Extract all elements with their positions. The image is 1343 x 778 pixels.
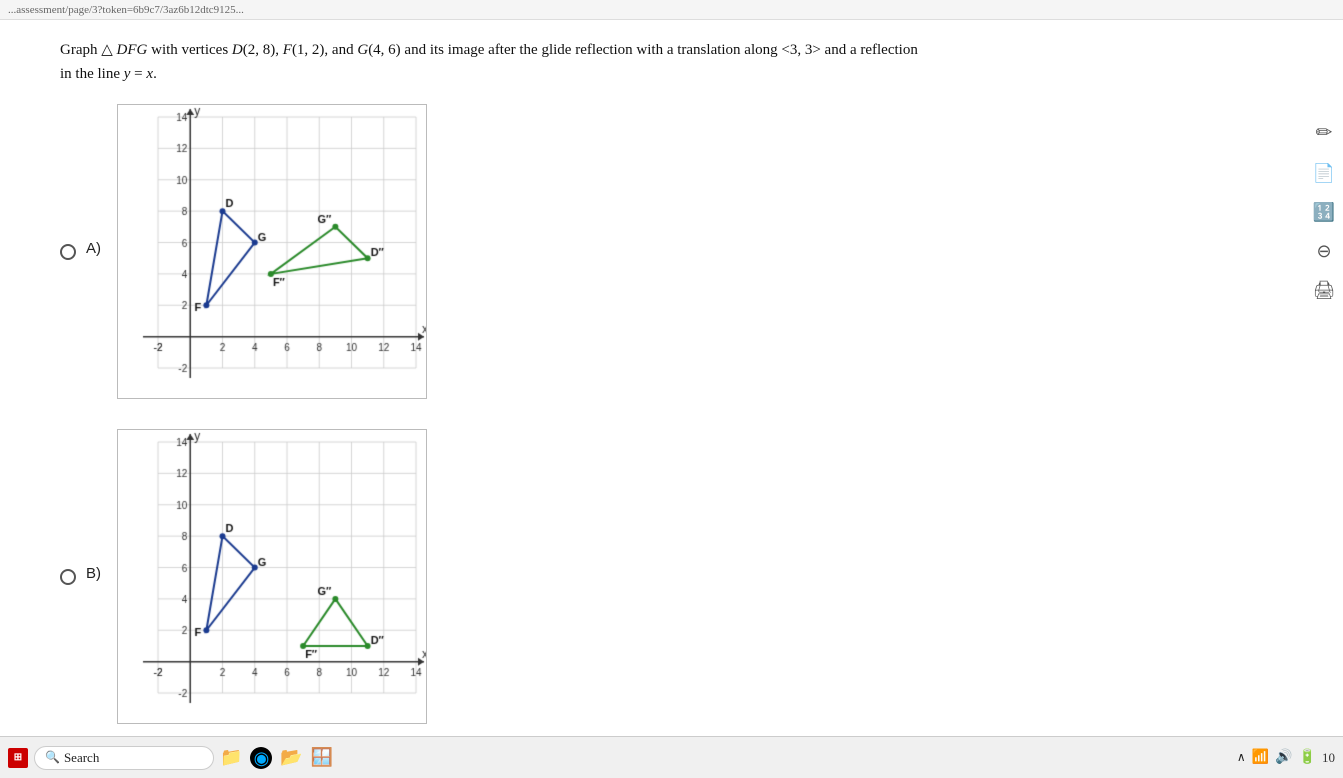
search-label: Search — [64, 750, 99, 766]
option-b-radio[interactable] — [60, 569, 76, 585]
url-bar: ...assessment/page/3?token=6b9c7/3az6b12… — [8, 4, 244, 16]
problem-line2: in the line y = x. — [60, 66, 157, 82]
main-content: Graph △ DFG with vertices D(2, 8), F(1, … — [0, 20, 1280, 724]
volume-icon[interactable]: 🔊 — [1275, 749, 1292, 766]
taskbar-search-box[interactable]: 🔍 Search — [34, 746, 214, 770]
search-icon: 🔍 — [45, 750, 60, 765]
taskbar: ⊞ 🔍 Search 📁 ◉ 📂 🪟 ∧ 📶 🔊 🔋 10 — [0, 736, 1343, 778]
taskbar-browser-icon[interactable]: ◉ — [250, 747, 272, 769]
browser-top-bar: ...assessment/page/3?token=6b9c7/3az6b12… — [0, 0, 1343, 20]
start-button[interactable]: ⊞ — [8, 748, 28, 768]
options-container: A) B) — [60, 104, 1220, 724]
taskbar-file-icon[interactable]: 📁 — [220, 747, 242, 768]
option-b-row: B) — [60, 429, 1220, 724]
option-a-canvas — [118, 105, 427, 399]
battery-icon[interactable]: 🔋 — [1299, 749, 1316, 766]
option-b-graph — [117, 429, 427, 724]
right-sidebar: ✏ 📄 🔢 ⊖ 🖨 — [1305, 120, 1343, 301]
calculator-icon[interactable]: 🔢 — [1313, 202, 1335, 223]
print-icon[interactable]: 🖨 — [1313, 280, 1336, 301]
option-b-label: B) — [86, 565, 101, 582]
taskbar-right: ∧ 📶 🔊 🔋 10 — [1237, 749, 1335, 766]
page-number: 10 — [1322, 750, 1335, 766]
caret-icon[interactable]: ∧ — [1237, 750, 1246, 765]
taskbar-app-icons: 📁 ◉ 📂 🪟 — [220, 747, 333, 769]
document-icon[interactable]: 📄 — [1313, 163, 1335, 184]
taskbar-windows-icon[interactable]: 🪟 — [311, 747, 333, 768]
taskbar-folder-icon[interactable]: 📂 — [280, 747, 302, 768]
taskbar-left: ⊞ 🔍 Search 📁 ◉ 📂 🪟 — [8, 746, 333, 770]
option-a-graph — [117, 104, 427, 399]
wifi-icon[interactable]: 📶 — [1252, 749, 1269, 766]
problem-line1: Graph △ DFG with vertices D(2, 8), F(1, … — [60, 42, 918, 58]
option-a-label: A) — [86, 240, 101, 257]
problem-text: Graph △ DFG with vertices D(2, 8), F(1, … — [60, 38, 1220, 86]
pencil-icon[interactable]: ✏ — [1316, 120, 1333, 145]
minus-icon[interactable]: ⊖ — [1316, 241, 1331, 262]
option-b-canvas — [118, 430, 427, 724]
option-a-radio[interactable] — [60, 244, 76, 260]
option-a-row: A) — [60, 104, 1220, 399]
